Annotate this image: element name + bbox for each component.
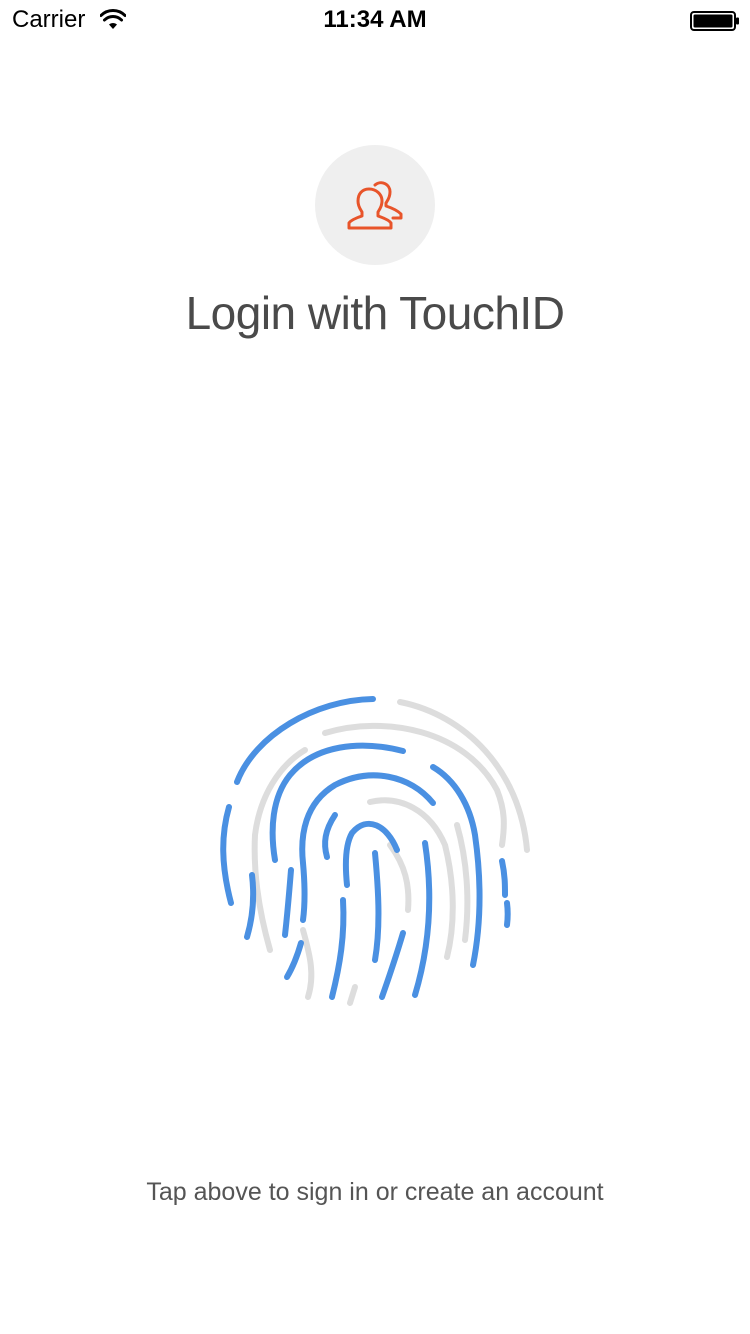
- status-time: 11:34 AM: [323, 6, 427, 33]
- sign-in-hint: Tap above to sign in or create an accoun…: [146, 1178, 604, 1206]
- users-icon: [347, 181, 403, 230]
- battery-icon: [690, 11, 739, 31]
- login-screen: Carrier 11:34 AM Login with TouchID Tap …: [0, 0, 750, 1334]
- page-title: Login with TouchID: [185, 287, 565, 339]
- avatar: [315, 145, 435, 265]
- status-bar: Carrier 11:34 AM: [0, 0, 750, 40]
- fingerprint-icon[interactable]: [205, 685, 545, 1015]
